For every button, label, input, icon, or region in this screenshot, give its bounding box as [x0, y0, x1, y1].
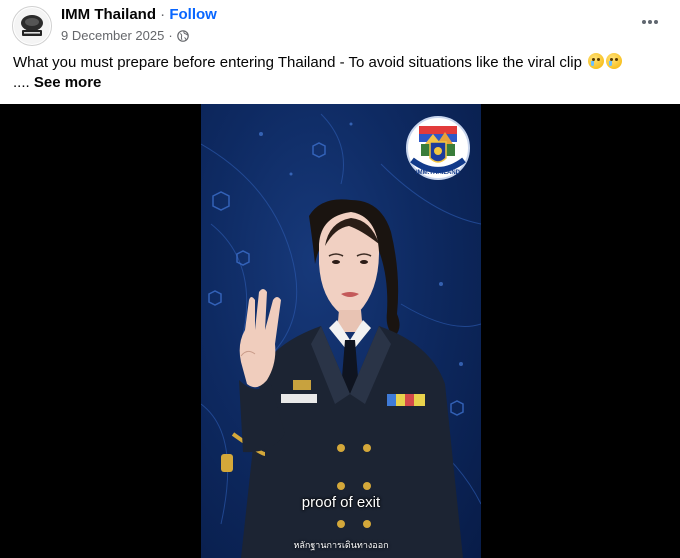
separator: · — [160, 6, 166, 23]
svg-text:IMM.THAILAND: IMM.THAILAND — [416, 170, 461, 176]
author-name[interactable]: IMM Thailand — [61, 6, 156, 23]
meta-separator: · — [168, 28, 173, 43]
video-subtitle-thai: หลักฐานการเดินทางออก — [293, 540, 389, 550]
imm-thailand-logo-icon: IMM.THAILAND — [406, 116, 470, 180]
page-avatar[interactable] — [12, 6, 52, 46]
more-options-button[interactable] — [636, 10, 664, 34]
caption-ellipsis: .... — [13, 74, 30, 91]
follow-button[interactable]: Follow — [169, 6, 217, 23]
globe-icon — [176, 30, 189, 42]
video-subtitle-english: proof of exit — [301, 494, 381, 511]
post-date[interactable]: 9 December 2025 — [61, 28, 164, 44]
more-horizontal-icon — [642, 20, 658, 24]
see-more-link[interactable]: See more — [34, 74, 102, 91]
crying-face-emoji-icon — [588, 53, 605, 69]
caption-text: What you must prepare before entering Th… — [13, 54, 582, 71]
post-meta: 9 December 2025 · — [61, 28, 189, 44]
crying-face-emoji-icon — [606, 53, 623, 69]
video-scene: IMM.THAILAND — [201, 113, 481, 558]
post-caption: What you must prepare before entering Th… — [13, 53, 663, 93]
author-line: IMM Thailand · Follow — [61, 6, 217, 24]
post-header: IMM Thailand · Follow 9 December 2025 · … — [0, 0, 680, 100]
video-player[interactable]: IMM.THAILAND proof of exit หลักฐานการเดิ… — [0, 104, 680, 558]
avatar-logo-icon — [14, 8, 50, 44]
video-frame[interactable]: IMM.THAILAND proof of exit หลักฐานการเดิ… — [201, 104, 481, 558]
